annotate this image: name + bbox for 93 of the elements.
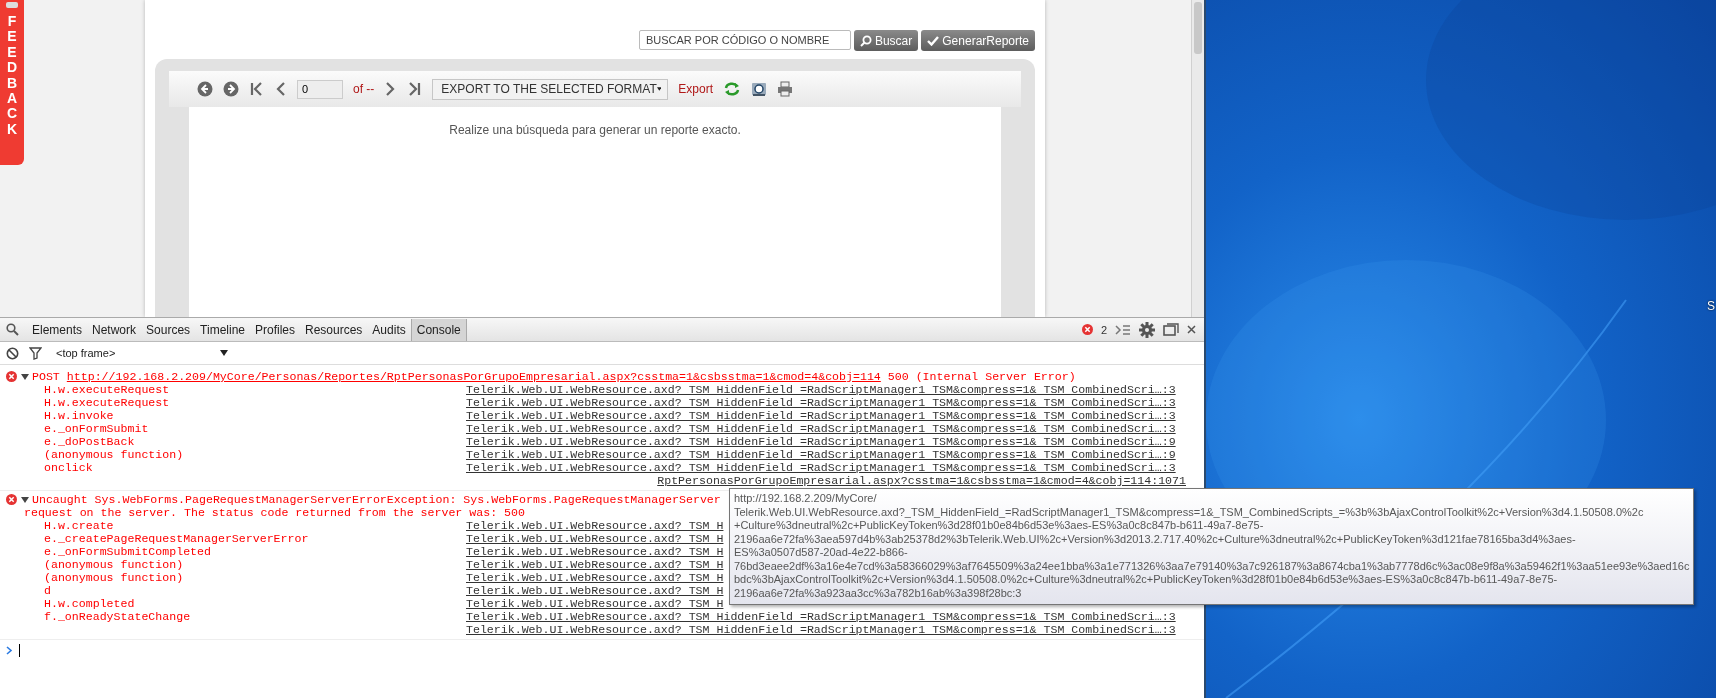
toolbar-button[interactable]: GenerarReporte [921,30,1035,51]
source-link[interactable]: Telerik.Web.UI.WebResource.axd? TSM HiddenField =RadScriptManager1 TSM&compress=1& TSM CombinedScri…:3 [466,461,1176,474]
print-icon[interactable] [777,81,794,97]
stack-function: H.w.executeRequest [44,383,171,396]
tooltip-line: bdc%3bAjaxControlToolkit%2c+Version%3d4.1.50508.0%2c+Culture%3dneutral%2c+PublicKeyToken%3d28f01b0e84b6d53e%3aes-ES%3a0c8c847b-b611-49a7-8e75- [734,573,1559,587]
dock-icon[interactable] [1163,322,1179,337]
check-icon [927,35,940,46]
page-number-field[interactable]: 0 [297,79,343,99]
source-link[interactable]: Telerik.Web.UI.WebResource.axd? TSM HiddenField =RadScriptManager1 TSM&compress=1& TSM CombinedScri…:3 [466,396,1176,409]
exception-message: Uncaught Sys.WebForms.PageRequestManagerServerErrorException: Sys.WebForms.PageRequestManagerServer [32,493,721,506]
source-link[interactable]: Telerik.Web.UI.WebResource.axd? TSM H [466,532,724,545]
stack-function: e._onFormSubmitCompleted [44,545,212,558]
expand-arrow-icon[interactable] [21,495,29,504]
source-link[interactable]: Telerik.Web.UI.WebResource.axd? TSM HiddenField =RadScriptManager1 TSM&compress=1& TSM CombinedScri…:3 [466,409,1176,422]
devtools-tab[interactable]: Console [410,318,467,341]
source-link[interactable]: Telerik.Web.UI.WebResource.axd? TSM H [466,584,724,597]
tooltip-line: 2196aa6e72fa%3a923aa3cc%3a782b16ab%3a398f28bc:3 [734,586,1023,600]
stack-function: H.w.invoke [44,409,115,422]
tooltip-line: 76bd3eaee2df%3a16e4e7cd%3a58366029%3af7645509%3a24ee1bba%3a1e771326%3aa7e79140%3a7c926187%3a8674cba1%3ab7778d6c%3ac08e9f8a%3a59462f1%3aa51ee93e%3aed16c [734,559,1690,573]
feedback-tab[interactable]: FEEDBACK [0,0,24,165]
first-page-icon[interactable] [249,81,265,97]
tooltip-line: http://192.168.2.209/MyCore/ [734,492,878,506]
refresh-icon[interactable] [723,81,742,97]
close-icon[interactable] [1187,325,1196,334]
stack-function: d [44,584,52,597]
source-link[interactable]: Telerik.Web.UI.WebResource.axd? TSM H [466,519,724,532]
export-link[interactable]: Export [678,82,714,96]
source-link[interactable]: Telerik.Web.UI.WebResource.axd? TSM HiddenField =RadScriptManager1 TSM&compress=1& TSM CombinedScri…:9 [466,448,1176,461]
export-format-dropdown[interactable]: EXPORT TO THE SELECTED FORMAT [432,78,669,100]
error-icon [1081,324,1093,335]
search-icon[interactable] [6,323,19,336]
source-link[interactable]: Telerik.Web.UI.WebResource.axd? TSM HiddenField =RadScriptManager1 TSM&compress=1& TSM CombinedScri…:9 [466,435,1176,448]
last-page-icon[interactable] [406,81,423,97]
source-link[interactable]: Telerik.Web.UI.WebResource.axd? TSM H [466,571,724,584]
exception-message: request on the server. The status code returned from the server was: 500 [24,506,525,519]
devtools-tab[interactable]: Resources [300,318,368,341]
toolbar-button[interactable]: Buscar [853,30,919,51]
error-count: 2 [1100,323,1107,336]
search-icon [859,34,872,47]
back-icon[interactable] [197,81,213,97]
stack-function: H.w.completed [44,597,136,610]
stack-function: (anonymous function) [44,558,185,571]
dropdown-arrow-icon [656,86,662,92]
source-link[interactable]: Telerik.Web.UI.WebResource.axd? TSM H [466,597,724,610]
search-field[interactable]: BUSCAR POR CÓDIGO O NOMBRE [638,30,851,50]
request-url-link[interactable]: http://192.168.2.209/MyCore/Personas/Reportes/RptPersonasPorGrupoEmpresarial.aspx?csstma=1&csbsstma=1&cmod=4&cobj=114 [66,370,881,383]
page-count: of -- [353,82,375,96]
stack-function: e._doPostBack [44,435,136,448]
error-icon [6,494,17,505]
text-caret [19,644,20,657]
stack-function: onclick [44,461,94,474]
source-link[interactable]: Telerik.Web.UI.WebResource.axd? TSM HiddenField =RadScriptManager1 TSM&compress=1& TSM CombinedScri…:3 [466,610,1176,623]
settings-icon[interactable] [1139,321,1155,338]
dropdown-arrow-icon [220,350,228,356]
chat-icon [5,2,19,10]
source-link[interactable]: Telerik.Web.UI.WebResource.axd? TSM H [466,558,724,571]
frame-selector[interactable]: <top frame> [52,347,232,359]
empty-report-message: Realize una búsqueda para generar un reporte exacto. [449,123,741,139]
next-page-icon[interactable] [384,81,397,97]
devtools-tab[interactable]: Audits [367,318,411,341]
stack-function: H.w.create [44,519,115,532]
forward-icon[interactable] [223,81,239,97]
devtools-tab[interactable]: Profiles [250,318,300,341]
previous-page-icon[interactable] [275,81,287,97]
tooltip-line: +Culture%3dneutral%2c+PublicKeyToken%3d28f01b0e84b6d53e%3aes-ES%3a0c8c847b-b611-49a7-8e75- [734,519,1265,533]
prompt-icon [6,646,13,655]
stack-function: (anonymous function) [44,448,185,461]
desktop-icon-label[interactable]: S [1707,299,1715,313]
scrollbar[interactable] [1191,0,1204,317]
source-link[interactable]: Telerik.Web.UI.WebResource.axd? TSM H [466,545,724,558]
error-icon [6,371,17,382]
tooltip-line: Telerik.Web.UI.WebResource.axd?_TSM_HiddenField_=RadScriptManager1_TSM&compress=1&_TSM_CombinedScripts_=%3b%3bAjaxControlToolkit%2c+Version%3d4.1.50508.0%2c [734,505,1645,519]
stack-function: e._createPageRequestManagerServerError [44,532,310,545]
stack-function: (anonymous function) [44,571,185,584]
devtools-tab[interactable]: Elements [27,318,88,341]
devtools-tab[interactable]: Sources [141,318,196,341]
stack-function: f._onReadyStateChange [44,610,192,623]
stack-function: H.w.executeRequest [44,396,171,409]
source-link[interactable]: RptPersonasPorGrupoEmpresarial.aspx?csstma=1&csbsstma=1&cmod=4&cobj=114:1071 [657,474,1186,487]
tooltip-line: ES%3a0507d587-20ad-4e22-b866- [734,546,909,560]
request-error-message: POST http://192.168.2.209/MyCore/Personas/Reportes/RptPersonasPorGrupoEmpresarial.aspx?csstma=1&csbsstma=1&cmod=4&cobj=114 500 (Internal Server Error) [32,370,1076,383]
tooltip-line: 2196aa6e72fa%3aea597d4b%3ab25378d2%3bTelerik.Web.UI%2c+Version%3d2013.2.717.40%2c+Culture%3dneutral%2c+PublicKeyToken%3d121fae78165ba3d4%3aes- [734,532,1577,546]
devtools-tab[interactable]: Network [87,318,142,341]
source-link[interactable]: Telerik.Web.UI.WebResource.axd? TSM HiddenField =RadScriptManager1 TSM&compress=1& TSM CombinedScri…:3 [466,623,1176,636]
find-icon[interactable] [751,81,768,97]
expand-arrow-icon[interactable] [21,372,29,381]
filter-icon[interactable] [29,346,42,360]
console-drawer-icon[interactable] [1115,323,1131,336]
source-link[interactable]: Telerik.Web.UI.WebResource.axd? TSM HiddenField =RadScriptManager1 TSM&compress=1& TSM CombinedScri…:3 [466,422,1176,435]
clear-icon[interactable] [6,346,19,360]
devtools-tab[interactable]: Timeline [195,318,250,341]
stack-function: e._onFormSubmit [44,422,150,435]
source-link[interactable]: Telerik.Web.UI.WebResource.axd? TSM HiddenField =RadScriptManager1 TSM&compress=1& TSM CombinedScri…:3 [466,383,1176,396]
